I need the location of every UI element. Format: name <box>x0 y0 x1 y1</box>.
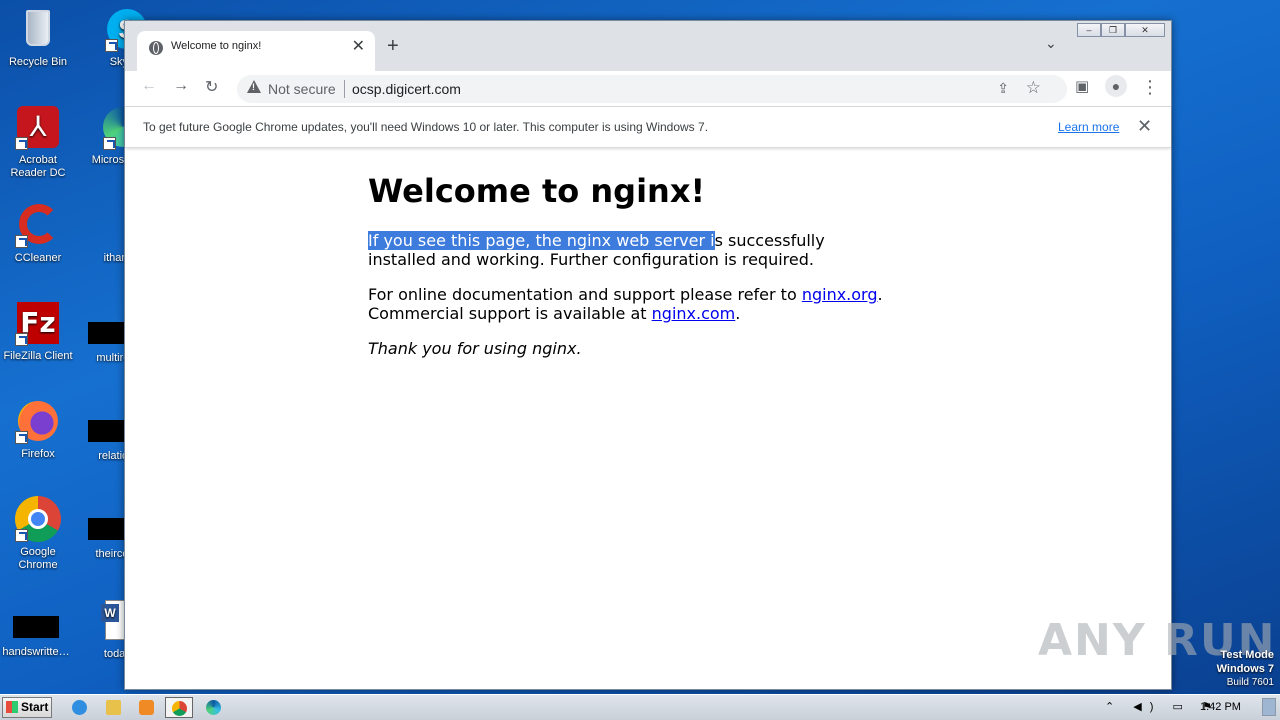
desktop-icon-label: CCleaner <box>14 252 62 264</box>
close-window-button[interactable]: ✕ <box>1125 23 1165 37</box>
firefox-icon <box>15 398 61 444</box>
desktop-icon-label: Firefox <box>21 448 55 460</box>
start-button[interactable]: Start <box>2 697 52 718</box>
address-bar[interactable]: Not secure ocsp.digicert.com ⇪ ☆ <box>237 75 1067 103</box>
docs-text: For online documentation and support ple… <box>368 285 802 304</box>
chrome-icon <box>15 496 61 542</box>
infobar-close-icon[interactable]: ✕ <box>1137 116 1152 137</box>
tab-title: Welcome to nginx! <box>171 40 262 52</box>
file-icon <box>88 518 124 540</box>
test-mode-notice: Test Mode Windows 7 Build 7601 <box>1217 648 1274 690</box>
edge-icon <box>79 104 143 150</box>
divider <box>344 80 345 98</box>
desktop-icon-handswritten[interactable]: handswritte… <box>0 604 74 659</box>
desktop-icon-label: Recycle Bin <box>8 56 68 68</box>
update-infobar: To get future Google Chrome updates, you… <box>125 107 1171 148</box>
clock[interactable]: 1:42 PM <box>1200 701 1241 713</box>
warning-icon[interactable] <box>247 80 261 93</box>
media-player-icon <box>139 700 154 715</box>
filezilla-icon: Fz <box>15 300 61 346</box>
back-button[interactable]: ← <box>141 77 157 95</box>
taskbar-chrome[interactable] <box>165 697 193 718</box>
desktop-icon-filezilla[interactable]: Fz FileZilla Client <box>0 300 76 363</box>
tab-search-button[interactable]: ⌄ <box>1045 35 1057 52</box>
infobar-message: To get future Google Chrome updates, you… <box>143 120 709 134</box>
taskbar-explorer[interactable] <box>100 697 128 718</box>
profile-icon[interactable]: ● <box>1105 75 1127 97</box>
page-heading: Welcome to nginx! <box>368 172 706 210</box>
acrobat-icon: ⅄ <box>15 104 61 150</box>
test-mode-line2: Windows 7 <box>1216 663 1274 675</box>
desktop-icon-firefox[interactable]: Firefox <box>0 398 76 461</box>
desktop-icon-label: Acrobat Reader DC <box>10 154 66 179</box>
browser-toolbar: ← → ↻ Not secure ocsp.digicert.com ⇪ ☆ ▣… <box>125 71 1171 107</box>
taskbar-media-player[interactable] <box>133 697 161 718</box>
paragraph-docs: For online documentation and support ple… <box>368 285 888 323</box>
page-content: Welcome to nginx! If you see this page, … <box>125 148 1171 688</box>
desktop-icon-label: Google Chrome <box>18 546 58 571</box>
desktop-icon-chrome[interactable]: Google Chrome <box>0 496 76 572</box>
chrome-icon <box>172 701 187 716</box>
taskbar-ie[interactable] <box>66 697 94 718</box>
share-icon[interactable]: ⇪ <box>997 80 1009 97</box>
bookmark-star-icon[interactable]: ☆ <box>1026 78 1041 98</box>
new-tab-button[interactable]: + <box>387 35 399 58</box>
browser-window: Welcome to nginx! ✕ + ⌄ ‒ ❐ ✕ ← → ↻ Not … <box>124 20 1172 690</box>
folder-icon <box>106 700 121 715</box>
menu-icon[interactable]: ⋮ <box>1141 77 1159 98</box>
tab-welcome-nginx[interactable]: Welcome to nginx! ✕ <box>137 31 375 71</box>
nginx-org-link[interactable]: nginx.org <box>802 285 878 304</box>
forward-button[interactable]: → <box>173 77 189 95</box>
reload-button[interactable]: ↻ <box>205 77 218 97</box>
minimize-button[interactable]: ‒ <box>1077 23 1101 37</box>
maximize-button[interactable]: ❐ <box>1101 23 1125 37</box>
desktop-icon-ccleaner[interactable]: CCleaner <box>0 202 76 265</box>
recycle-bin-icon <box>15 6 61 52</box>
desktop-icon-recycle-bin[interactable]: Recycle Bin <box>0 6 76 69</box>
ie-icon <box>72 700 87 715</box>
edge-icon <box>206 700 221 715</box>
security-status[interactable]: Not secure <box>268 81 336 97</box>
test-mode-line3: Build 7601 <box>1226 677 1274 688</box>
side-panel-icon[interactable]: ▣ <box>1075 77 1089 95</box>
ccleaner-icon <box>15 202 61 248</box>
desktop-icon-label: handswritte… <box>2 646 70 658</box>
desktop-icon-label: FileZilla Client <box>3 350 73 362</box>
globe-icon <box>149 41 163 55</box>
selected-text: If you see this page, the nginx web serv… <box>368 231 715 250</box>
tab-close-icon[interactable]: ✕ <box>352 36 365 56</box>
tab-strip: Welcome to nginx! ✕ + ⌄ ‒ ❐ ✕ <box>125 21 1171 71</box>
paragraph-thanks: Thank you for using nginx. <box>368 339 582 358</box>
learn-more-link[interactable]: Learn more <box>1058 120 1119 134</box>
show-desktop-button[interactable] <box>1262 698 1276 716</box>
file-icon <box>88 420 124 442</box>
test-mode-line1: Test Mode <box>1220 649 1274 661</box>
file-icon <box>13 616 59 638</box>
url-text[interactable]: ocsp.digicert.com <box>352 81 461 97</box>
paragraph-intro: If you see this page, the nginx web serv… <box>368 231 888 269</box>
docs-text-end: . <box>735 304 741 323</box>
nginx-com-link[interactable]: nginx.com <box>652 304 736 323</box>
file-icon <box>88 322 124 344</box>
taskbar-edge[interactable] <box>200 697 228 718</box>
taskbar: Start ⌃ ◀) ▭ ⚑ 1:42 PM <box>0 694 1280 720</box>
